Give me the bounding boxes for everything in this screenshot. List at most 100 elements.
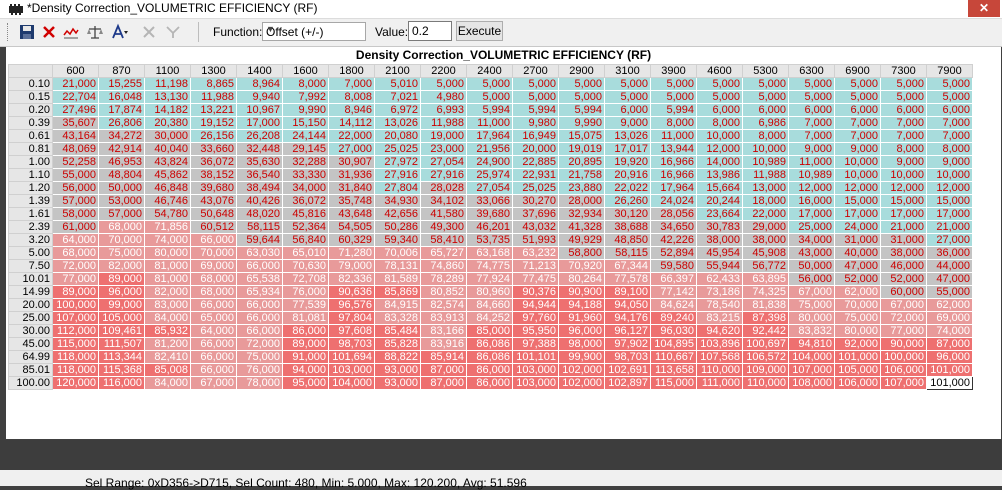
table-cell[interactable]: 6,993 [420, 103, 467, 117]
table-cell[interactable]: 118,000 [52, 363, 99, 377]
row-header[interactable]: 1.39 [8, 194, 53, 208]
table-cell[interactable]: 5,994 [650, 103, 697, 117]
table-cell[interactable]: 45,862 [144, 168, 191, 182]
table-cell[interactable]: 58,410 [420, 233, 467, 247]
table-cell[interactable]: 35,630 [236, 155, 283, 169]
table-cell[interactable]: 83,000 [144, 298, 191, 312]
table-cell[interactable]: 109,461 [98, 324, 145, 338]
table-cell[interactable]: 46,000 [880, 259, 927, 273]
table-cell[interactable]: 91,000 [282, 350, 329, 364]
table-cell[interactable]: 47,000 [926, 272, 973, 286]
table-cell[interactable]: 30,270 [512, 194, 559, 208]
table-cell[interactable]: 32,448 [236, 142, 283, 156]
table-cell[interactable]: 17,874 [98, 103, 145, 117]
table-cell[interactable]: 64,000 [190, 324, 237, 338]
table-cell[interactable]: 33,660 [190, 142, 237, 156]
table-cell[interactable]: 31,936 [328, 168, 375, 182]
table-cell[interactable]: 67,000 [880, 298, 927, 312]
table-cell[interactable]: 100,697 [742, 337, 789, 351]
table-cell[interactable]: 94,176 [604, 311, 651, 325]
table-cell[interactable]: 17,017 [604, 142, 651, 156]
table-cell[interactable]: 13,944 [650, 142, 697, 156]
table-cell[interactable]: 8,000 [742, 129, 789, 143]
delete-icon[interactable] [40, 23, 58, 41]
table-cell[interactable]: 81,838 [742, 298, 789, 312]
table-cell[interactable]: 120,000 [52, 376, 99, 390]
table-cell[interactable]: 95,950 [512, 324, 559, 338]
table-cell[interactable]: 11,000 [466, 116, 513, 130]
table-cell[interactable]: 107,000 [788, 363, 835, 377]
table-cell[interactable]: 84,915 [374, 298, 421, 312]
table-cell[interactable]: 83,913 [420, 311, 467, 325]
table-cell[interactable]: 6,986 [742, 116, 789, 130]
table-cell[interactable]: 38,688 [604, 220, 651, 234]
table-cell[interactable]: 9,000 [788, 142, 835, 156]
table-cell[interactable]: 32,934 [558, 207, 605, 221]
table-cell[interactable]: 5,000 [466, 77, 513, 91]
table-cell[interactable]: 45,908 [742, 246, 789, 260]
table-cell[interactable]: 78,540 [696, 298, 743, 312]
table-cell[interactable]: 91,960 [558, 311, 605, 325]
toolbar-grip[interactable] [7, 23, 11, 41]
table-cell[interactable]: 83,166 [420, 324, 467, 338]
table-cell[interactable]: 11,198 [144, 77, 191, 91]
table-cell[interactable]: 90,636 [328, 285, 375, 299]
table-cell[interactable]: 54,780 [144, 207, 191, 221]
table-cell[interactable]: 22,000 [328, 129, 375, 143]
table-cell[interactable]: 57,000 [52, 194, 99, 208]
function-select[interactable]: Offset (+/-) ▼ [262, 22, 366, 41]
table-cell[interactable]: 5,000 [604, 77, 651, 91]
table-cell[interactable]: 60,512 [190, 220, 237, 234]
table-cell[interactable]: 5,000 [880, 90, 927, 104]
table-cell[interactable]: 11,000 [788, 155, 835, 169]
table-cell[interactable]: 15,150 [282, 116, 329, 130]
table-cell[interactable]: 101,000 [926, 376, 973, 390]
table-cell[interactable]: 77,000 [52, 272, 99, 286]
column-header[interactable]: 1400 [236, 64, 283, 78]
table-cell[interactable]: 25,974 [466, 168, 513, 182]
table-cell[interactable]: 77,539 [282, 298, 329, 312]
row-header[interactable]: 1.20 [8, 181, 53, 195]
table-cell[interactable]: 67,000 [788, 285, 835, 299]
table-cell[interactable]: 25,025 [512, 181, 559, 195]
table-cell[interactable]: 7,000 [880, 116, 927, 130]
table-cell[interactable]: 26,156 [190, 129, 237, 143]
table-cell[interactable]: 95,000 [282, 376, 329, 390]
table-cell[interactable]: 22,022 [604, 181, 651, 195]
table-cell[interactable]: 9,990 [282, 103, 329, 117]
table-cell[interactable]: 22,704 [52, 90, 99, 104]
table-cell[interactable]: 5,010 [374, 77, 421, 91]
execute-button[interactable]: Execute [456, 21, 503, 41]
row-header[interactable]: 0.61 [8, 129, 53, 143]
table-cell[interactable]: 103,896 [696, 337, 743, 351]
table-cell[interactable]: 48,069 [52, 142, 99, 156]
table-cell[interactable]: 43,000 [788, 246, 835, 260]
table-cell[interactable]: 75,000 [98, 246, 145, 260]
table-cell[interactable]: 8,000 [282, 77, 329, 91]
table-cell[interactable]: 8,008 [328, 90, 375, 104]
table-cell[interactable]: 104,000 [328, 376, 375, 390]
table-cell[interactable]: 81,200 [144, 337, 191, 351]
table-cell[interactable]: 27,000 [328, 142, 375, 156]
table-cell[interactable]: 97,388 [512, 337, 559, 351]
table-cell[interactable]: 105,000 [98, 311, 145, 325]
table-cell[interactable]: 81,589 [374, 272, 421, 286]
table-cell[interactable]: 68,000 [190, 285, 237, 299]
table-cell[interactable]: 29,145 [282, 142, 329, 156]
table-cell[interactable]: 71,280 [328, 246, 375, 260]
table-cell[interactable]: 63,232 [512, 246, 559, 260]
table-cell[interactable]: 30,000 [144, 129, 191, 143]
table-cell[interactable]: 106,572 [742, 350, 789, 364]
table-cell[interactable]: 81,081 [282, 311, 329, 325]
table-cell[interactable]: 58,800 [558, 246, 605, 260]
table-cell[interactable]: 101,000 [834, 350, 881, 364]
table-cell[interactable]: 38,000 [696, 233, 743, 247]
table-cell[interactable]: 105,000 [834, 363, 881, 377]
table-cell[interactable]: 46,746 [144, 194, 191, 208]
table-cell[interactable]: 24,900 [466, 155, 513, 169]
table-cell[interactable]: 6,000 [696, 103, 743, 117]
table-cell[interactable]: 5,000 [788, 77, 835, 91]
table-cell[interactable]: 86,086 [466, 337, 513, 351]
table-cell[interactable]: 65,727 [420, 246, 467, 260]
table-cell[interactable]: 108,000 [788, 376, 835, 390]
